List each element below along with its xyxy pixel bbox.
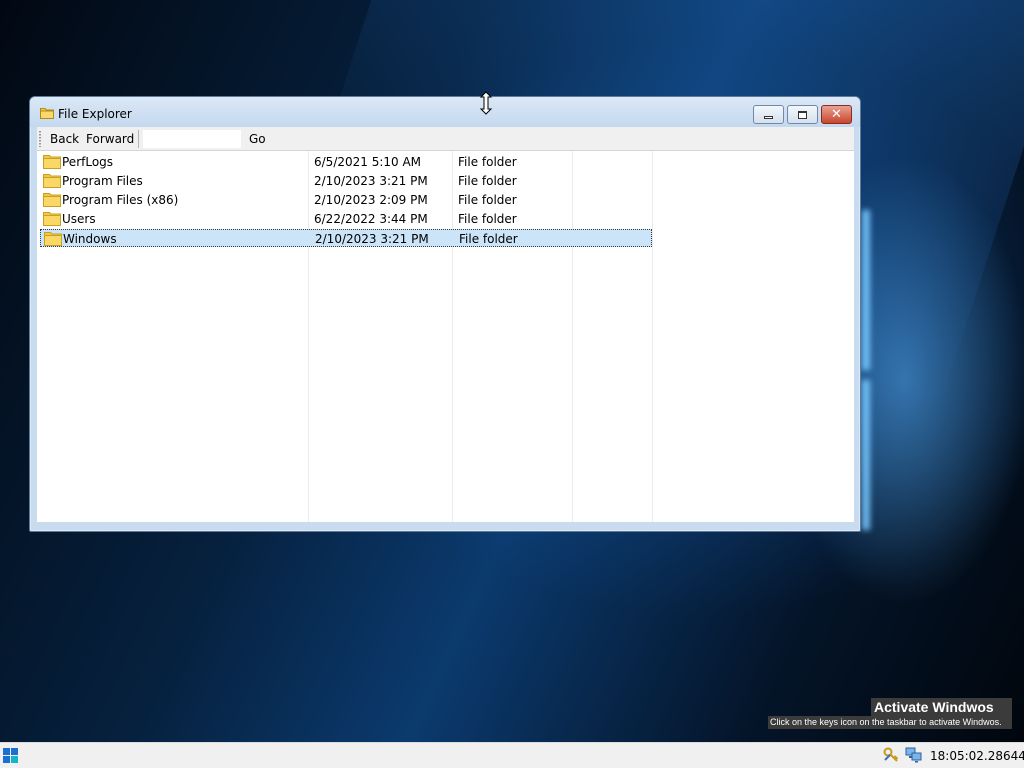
file-list[interactable]: PerfLogs 6/5/2021 5:10 AM File folder Progr… — [37, 151, 854, 522]
folder-icon — [43, 211, 61, 229]
file-explorer-window: File Explorer ✕ Back Forward Go PerfLogs… — [29, 96, 861, 532]
file-type: File folder — [459, 232, 518, 246]
file-name: Users — [62, 212, 96, 226]
minimize-icon — [764, 115, 773, 119]
windows-logo-icon — [3, 748, 18, 763]
folder-icon — [44, 231, 62, 249]
file-row[interactable]: Program Files (x86) 2/10/2023 2:09 PM File… — [40, 191, 652, 209]
file-type: File folder — [458, 212, 517, 226]
start-button[interactable] — [3, 748, 19, 767]
file-name: Program Files — [62, 174, 143, 188]
forward-button[interactable]: Forward — [86, 132, 134, 146]
close-button[interactable]: ✕ — [821, 105, 852, 124]
file-row[interactable]: Users 6/22/2022 3:44 PM File folder — [40, 210, 652, 228]
close-icon: ✕ — [831, 107, 842, 122]
title-bar[interactable]: File Explorer ✕ — [30, 97, 860, 127]
folder-icon — [43, 192, 61, 210]
activation-watermark-subtitle: Click on the keys icon on the taskbar to… — [768, 716, 1012, 729]
file-type: File folder — [458, 174, 517, 188]
file-date-modified: 2/10/2023 3:21 PM — [315, 232, 429, 246]
folder-icon — [43, 154, 61, 172]
network-icon[interactable] — [905, 747, 923, 766]
file-date-modified: 6/22/2022 3:44 PM — [314, 212, 428, 226]
minimize-button[interactable] — [753, 105, 784, 124]
window-title: File Explorer — [58, 107, 132, 121]
taskbar: 18:05:02.2864411 — [0, 742, 1024, 768]
go-button[interactable]: Go — [249, 132, 266, 146]
wallpaper-beam — [862, 210, 870, 370]
toolbar-grip-icon[interactable] — [39, 131, 41, 147]
file-name: Program Files (x86) — [62, 193, 179, 207]
activation-watermark-title: Activate Windwos — [871, 698, 1012, 718]
file-type: File folder — [458, 193, 517, 207]
toolbar: Back Forward Go — [37, 127, 854, 151]
resize-cursor-icon — [479, 91, 493, 118]
maximize-icon — [798, 110, 807, 119]
wallpaper-beam — [862, 380, 870, 530]
file-type: File folder — [458, 155, 517, 169]
toolbar-separator — [138, 130, 139, 148]
file-row[interactable]: Program Files 2/10/2023 3:21 PM File folde… — [40, 172, 652, 190]
folder-icon — [43, 173, 61, 191]
maximize-button[interactable] — [787, 105, 818, 124]
file-row[interactable]: Windows 2/10/2023 3:21 PM File folder — [40, 229, 652, 247]
file-date-modified: 2/10/2023 2:09 PM — [314, 193, 428, 207]
keys-icon[interactable] — [883, 747, 899, 766]
file-row[interactable]: PerfLogs 6/5/2021 5:10 AM File folder — [40, 153, 652, 171]
column-divider — [652, 151, 653, 522]
file-name: PerfLogs — [62, 155, 114, 169]
file-date-modified: 6/5/2021 5:10 AM — [314, 155, 422, 169]
back-button[interactable]: Back — [50, 132, 79, 146]
taskbar-clock[interactable]: 18:05:02.2864411 — [930, 749, 1024, 763]
file-name: Windows — [63, 232, 117, 246]
address-input[interactable] — [142, 129, 242, 149]
file-date-modified: 2/10/2023 3:21 PM — [314, 174, 428, 188]
folder-icon — [40, 107, 54, 122]
